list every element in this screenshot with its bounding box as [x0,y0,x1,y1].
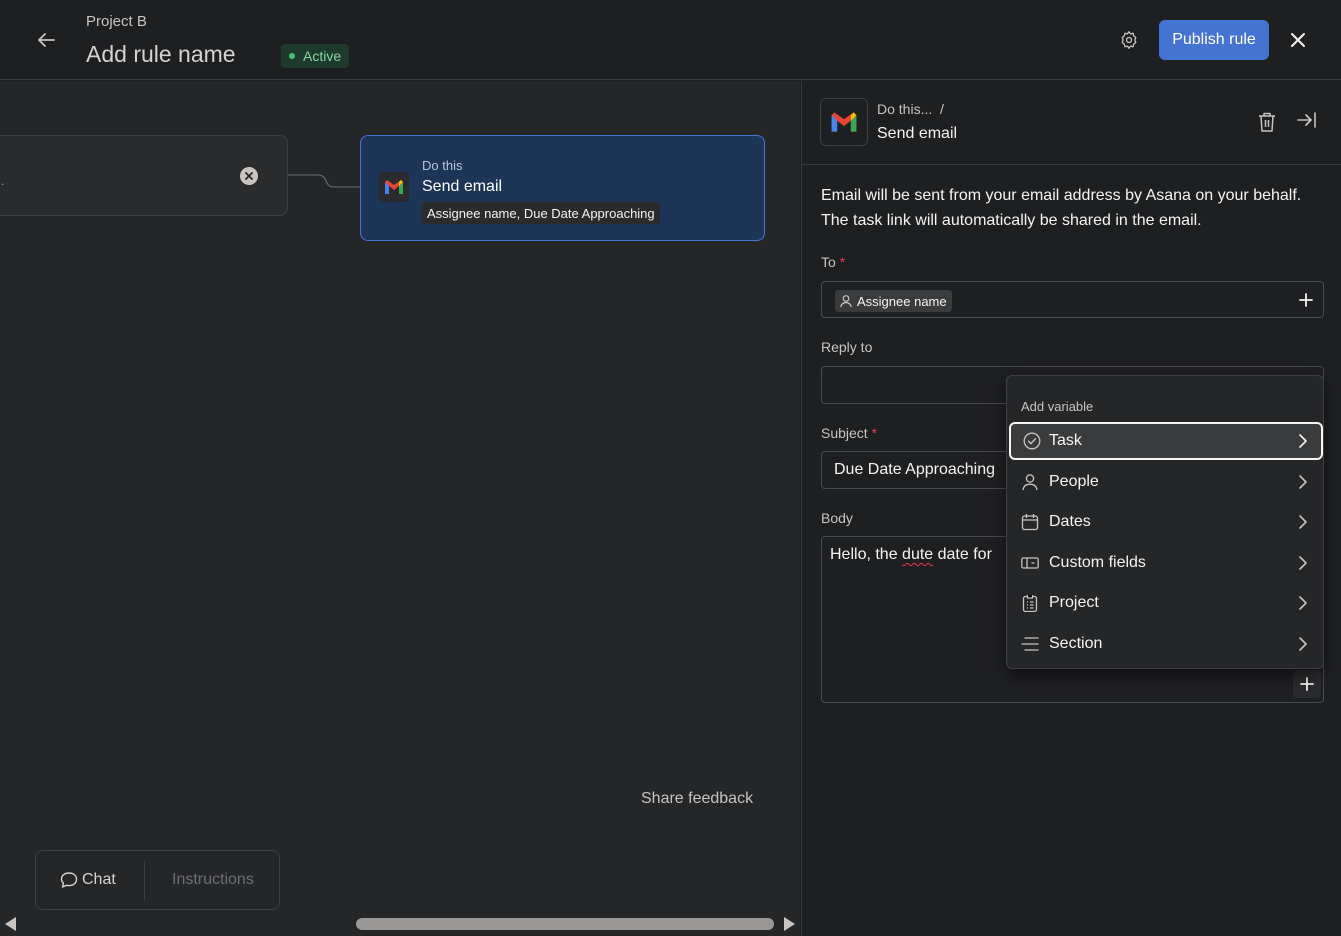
rule-name-input[interactable]: Add rule name [86,41,236,68]
menu-item-label: Dates [1049,513,1091,530]
menu-title: Add variable [1021,399,1094,414]
scroll-left-arrow-icon[interactable] [5,917,16,931]
chevron-right-icon [1299,434,1307,448]
scroll-thumb[interactable] [356,918,774,930]
project-name[interactable]: Project B [86,13,147,30]
email-description: Email will be sent from your email addre… [821,187,1302,229]
clear-trigger-button[interactable] [240,167,258,185]
menu-item-task[interactable]: Task [1009,422,1323,460]
menu-item-project[interactable]: Project [1009,584,1323,622]
calendar-icon [1021,514,1039,531]
action-title: Send email [422,178,503,195]
collapse-right-icon [1297,112,1316,128]
menu-item-label: Custom fields [1049,554,1146,571]
section-lines-icon [1021,637,1039,651]
publish-rule-button[interactable]: Publish rule [1159,20,1269,60]
check-circle-icon [1023,432,1041,450]
gmail-icon [379,172,409,202]
close-icon [1291,33,1305,47]
status-badge: Active [281,44,350,68]
delete-action-button[interactable] [1257,111,1279,135]
add-variable-button[interactable] [1293,670,1321,698]
panel-header: Do this... / Send email [802,81,1341,165]
action-eyebrow: Do this [422,158,463,173]
menu-item-label: Section [1049,635,1103,652]
body-label: Body [821,510,853,526]
menu-item-dates[interactable]: Dates [1009,503,1323,541]
panel-title: Send email [877,125,958,142]
bottom-toolbar: Chat Instructions [35,850,280,910]
add-variable-menu: Add variable Task People Dates Custom fi… [1006,375,1324,669]
status-dot-icon [289,53,295,59]
scroll-right-arrow-icon[interactable] [784,917,795,931]
action-summary-chip: Assignee name, Due Date Approaching [422,202,660,224]
gear-icon [1121,31,1137,49]
person-icon [1022,474,1038,491]
required-mark: * [839,254,846,270]
to-label-text: To [821,254,836,270]
body-text-part: date for [933,546,992,563]
body-value: Hello, the dute date for [830,546,992,564]
subject-label: Subject * [821,425,877,441]
plus-icon [1300,677,1314,691]
menu-item-custom-fields[interactable]: Custom fields [1009,544,1323,582]
subject-value: Due Date Approaching [834,461,995,478]
recipient-chip-label: Assignee name [857,293,947,309]
menu-item-label: Task [1049,432,1082,449]
misspelled-word[interactable]: dute [902,546,933,563]
chevron-right-icon [1299,596,1307,610]
collapse-panel-button[interactable] [1297,111,1319,133]
clipboard-icon [1022,595,1038,612]
settings-button[interactable] [1117,28,1141,52]
trigger-card[interactable]: . [0,135,288,216]
to-label: To * [821,254,845,270]
arrow-left-icon [38,33,55,47]
body-text-part: Hello, the [830,546,903,563]
add-recipient-plus-icon[interactable] [1298,292,1314,308]
custom-fields-icon [1021,557,1039,569]
chevron-right-icon [1299,556,1307,570]
chat-button[interactable]: Chat [60,871,116,889]
speech-bubble-icon [60,872,78,888]
person-icon [840,295,852,308]
header: Project B Add rule name Active Publish r… [0,0,1341,80]
trash-icon [1259,112,1275,132]
recipient-chip[interactable]: Assignee name [835,290,952,312]
menu-item-people[interactable]: People [1009,463,1323,501]
menu-item-label: Project [1049,594,1099,611]
action-card-send-email[interactable]: Do this Send email Assignee name, Due Da… [360,135,765,241]
trigger-text: . [1,174,5,188]
menu-item-label: People [1049,473,1099,490]
subject-label-text: Subject [821,425,868,441]
close-icon [245,172,253,180]
horizontal-scrollbar[interactable] [0,912,800,936]
chevron-right-icon [1299,475,1307,489]
close-button[interactable] [1285,27,1311,53]
gmail-icon [820,98,868,146]
reply-to-label: Reply to [821,339,873,355]
to-field[interactable]: Assignee name [821,281,1324,318]
required-mark: * [871,425,878,441]
chevron-right-icon [1299,515,1307,529]
status-label: Active [303,48,342,64]
instructions-button[interactable]: Instructions [172,871,254,889]
connector-line [288,174,360,188]
breadcrumb: Do this... / [877,101,944,117]
chevron-right-icon [1299,637,1307,651]
chat-label: Chat [82,871,116,888]
divider [144,861,145,901]
back-button[interactable] [30,24,62,56]
menu-item-section[interactable]: Section [1009,625,1323,663]
share-feedback-link[interactable]: Share feedback [641,790,753,808]
